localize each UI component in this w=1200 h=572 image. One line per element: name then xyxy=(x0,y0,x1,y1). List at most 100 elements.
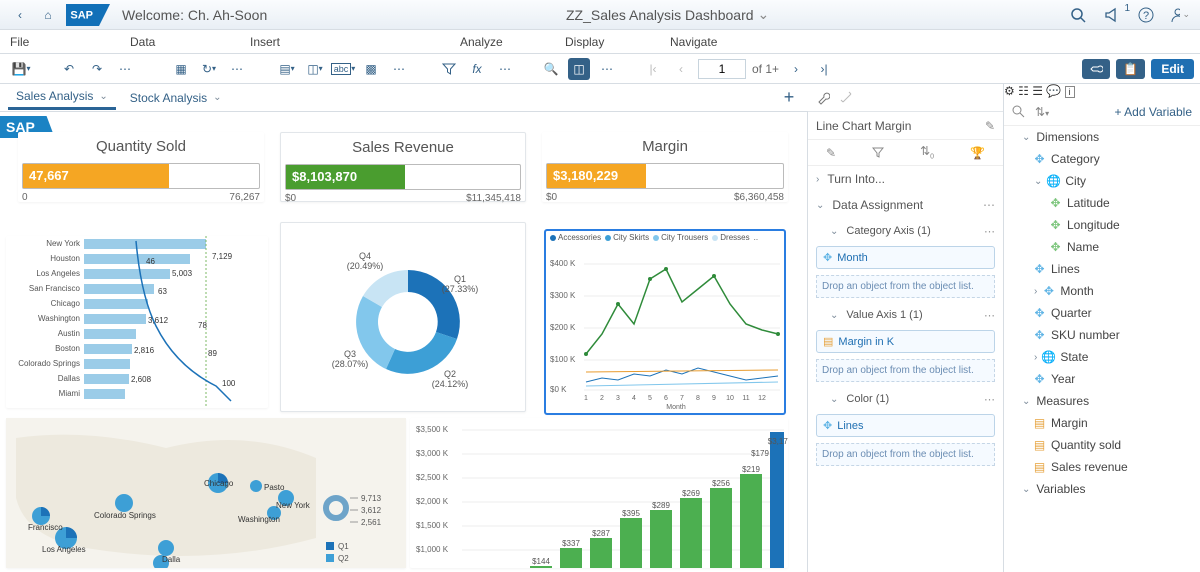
dim-city[interactable]: ⌄🌐City xyxy=(1004,170,1200,192)
menu-file[interactable]: File xyxy=(0,35,120,49)
dim-longitude[interactable]: ✥Longitude xyxy=(1004,214,1200,236)
map-chart[interactable]: ChicagoPastoNew York WashingtonColorado … xyxy=(6,418,406,568)
dim-name[interactable]: ✥Name xyxy=(1004,236,1200,258)
svg-text:78: 78 xyxy=(198,321,207,330)
user-icon[interactable]: ⌄ xyxy=(1170,5,1190,25)
add-variable[interactable]: + Add Variable xyxy=(1114,105,1192,119)
format-tab-icon[interactable]: ✎ xyxy=(826,146,836,160)
more-analyze-icon[interactable]: ⋯ xyxy=(494,58,516,80)
kpi-quantity[interactable]: Quantity Sold 47,667 076,267 xyxy=(18,132,264,202)
donut-chart[interactable]: Q1(27.33%) Q2(24.12%) Q3(28.07%) Q4(20.4… xyxy=(280,222,526,412)
margin-line-chart[interactable]: Accessories City Skirts City Trousers Dr… xyxy=(545,230,785,414)
meas-revenue[interactable]: ▤Sales revenue xyxy=(1004,456,1200,478)
kpi-margin[interactable]: Margin $3,180,229 $0$6,360,458 xyxy=(542,132,788,202)
canvas[interactable]: SAP Quantity Sold 47,667 076,267 Sales R… xyxy=(0,112,808,572)
wrench-icon[interactable] xyxy=(816,91,830,105)
variables-group[interactable]: ⌄Variables xyxy=(1004,478,1200,500)
first-page-icon[interactable]: |‹ xyxy=(642,58,664,80)
menu-data[interactable]: Data xyxy=(120,35,240,49)
filter-tab-icon[interactable] xyxy=(872,147,884,159)
table-icon[interactable]: ▤▾ xyxy=(276,58,298,80)
add-tab-icon[interactable]: + xyxy=(778,87,800,109)
redo-icon[interactable]: ↷ xyxy=(86,58,108,80)
more-insert-icon[interactable]: ⋯ xyxy=(388,58,410,80)
meas-quantity[interactable]: ▤Quantity sold xyxy=(1004,434,1200,456)
back-icon[interactable]: ‹ xyxy=(10,5,30,25)
edit-title-icon[interactable]: ✎ xyxy=(985,119,995,133)
more-data-icon[interactable]: ⋯ xyxy=(226,58,248,80)
text-icon[interactable]: abc▾ xyxy=(332,58,354,80)
menu-insert[interactable]: Insert xyxy=(240,35,450,49)
refresh-icon[interactable]: ↻▾ xyxy=(198,58,220,80)
sort-tab-icon[interactable]: ⇅0 xyxy=(920,144,934,160)
dim-sku[interactable]: ✥SKU number xyxy=(1004,324,1200,346)
clipboard-button[interactable]: 📋 xyxy=(1116,59,1145,79)
drop-color[interactable]: Drop an object from the object list. xyxy=(816,443,995,466)
dim-category[interactable]: ✥Category xyxy=(1004,148,1200,170)
save-icon[interactable]: 💾▾ xyxy=(10,58,32,80)
measures-group[interactable]: ⌄Measures xyxy=(1004,390,1200,412)
help-icon[interactable]: ? xyxy=(1136,5,1156,25)
obj-search-icon[interactable] xyxy=(1012,105,1025,118)
page-input[interactable] xyxy=(698,59,746,79)
zoom-icon[interactable]: 🔍 xyxy=(540,58,562,80)
page-mode-icon[interactable]: ◫ xyxy=(568,58,590,80)
dimensions-group[interactable]: ⌄Dimensions xyxy=(1004,126,1200,148)
dim-month[interactable]: ›✥Month xyxy=(1004,280,1200,302)
tab-sales-analysis[interactable]: Sales Analysis⌄ xyxy=(8,85,116,110)
svg-text:11: 11 xyxy=(742,395,749,402)
turn-into[interactable]: ›Turn Into... xyxy=(808,166,1003,192)
key-button[interactable] xyxy=(1082,59,1110,79)
menu-display[interactable]: Display xyxy=(555,35,660,49)
edit-button[interactable]: Edit xyxy=(1151,59,1194,79)
chip-margin[interactable]: ▤Margin in K xyxy=(816,330,995,353)
more-file-icon[interactable]: ⋯ xyxy=(114,58,136,80)
kpi-revenue[interactable]: Sales Revenue $8,103,870 $0$11,345,418 xyxy=(280,132,526,202)
search-icon[interactable] xyxy=(1068,5,1088,25)
data-assignment[interactable]: ⌄Data Assignment⋯ xyxy=(808,192,1003,218)
dim-quarter[interactable]: ✥Quarter xyxy=(1004,302,1200,324)
comment-icon[interactable]: 💬 xyxy=(1046,84,1061,98)
next-page-icon[interactable]: › xyxy=(785,58,807,80)
dim-state[interactable]: ›🌐State xyxy=(1004,346,1200,368)
meas-margin[interactable]: ▤Margin xyxy=(1004,412,1200,434)
document-title[interactable]: ZZ_Sales Analysis Dashboard ⌄ xyxy=(275,6,1060,23)
drop-category[interactable]: Drop an object from the object list. xyxy=(816,275,995,298)
data-source-icon[interactable]: ▦ xyxy=(170,58,192,80)
obj-sort-icon[interactable]: ⇅▾ xyxy=(1035,105,1049,119)
formula-icon[interactable]: fx xyxy=(466,58,488,80)
section-icon[interactable]: ▩ xyxy=(360,58,382,80)
svg-text:New York: New York xyxy=(46,239,81,248)
home-icon[interactable]: ⌂ xyxy=(38,5,58,25)
last-page-icon[interactable]: ›| xyxy=(813,58,835,80)
undo-icon[interactable]: ↶ xyxy=(58,58,80,80)
chart-icon[interactable]: ◫▾ xyxy=(304,58,326,80)
dim-year[interactable]: ✥Year xyxy=(1004,368,1200,390)
filter-icon[interactable] xyxy=(438,58,460,80)
tab-stock-analysis[interactable]: Stock Analysis⌄ xyxy=(122,87,230,109)
prev-page-icon[interactable]: ‹ xyxy=(670,58,692,80)
svg-text:$144: $144 xyxy=(532,557,550,566)
toolbar: 💾▾ ↶ ↷ ⋯ ▦ ↻▾ ⋯ ▤▾ ◫▾ abc▾ ▩ ⋯ fx ⋯ 🔍 ◫ … xyxy=(0,54,1200,84)
drop-value[interactable]: Drop an object from the object list. xyxy=(816,359,995,382)
chip-lines[interactable]: ✥Lines xyxy=(816,414,995,437)
hierarchy-icon[interactable]: ☷ xyxy=(1018,84,1029,98)
more-display-icon[interactable]: ⋯ xyxy=(596,58,618,80)
chip-month[interactable]: ✥Month xyxy=(816,246,995,269)
dim-lines[interactable]: ✥Lines xyxy=(1004,258,1200,280)
rank-tab-icon[interactable]: 🏆 xyxy=(970,146,985,160)
dim-latitude[interactable]: ✥Latitude xyxy=(1004,192,1200,214)
column-chart[interactable]: $3,500 K$3,000 K$2,500 K$2,000 K$1,500 K… xyxy=(410,418,788,568)
cube-icon[interactable]: ⚙ xyxy=(1004,84,1015,98)
announce-icon[interactable]: 1 xyxy=(1102,5,1122,25)
value-axis[interactable]: ⌄Value Axis 1 (1)⋯ xyxy=(808,302,1003,328)
category-axis[interactable]: ⌄Category Axis (1)⋯ xyxy=(808,218,1003,244)
color-axis[interactable]: ⌄Color (1)⋯ xyxy=(808,386,1003,412)
bar-chart[interactable]: New YorkHoustonLos Angeles San Francisco… xyxy=(6,236,268,408)
list-icon[interactable]: ☰ xyxy=(1032,84,1043,98)
wand-icon[interactable] xyxy=(840,91,854,105)
info-icon[interactable]: i xyxy=(1065,86,1075,98)
menu-navigate[interactable]: Navigate xyxy=(660,35,780,49)
menu-analyze[interactable]: Analyze xyxy=(450,35,555,49)
svg-text:5: 5 xyxy=(648,395,652,402)
